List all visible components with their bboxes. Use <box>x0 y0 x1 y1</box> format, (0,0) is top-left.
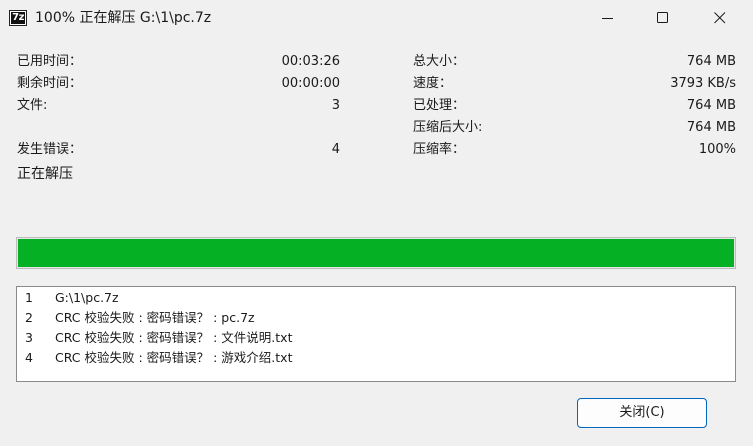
list-item-number: 3 <box>25 330 33 345</box>
title-bar[interactable]: 7z 100% 正在解压 G:\1\pc.7z <box>0 0 753 37</box>
progress-bar-fill <box>18 239 734 267</box>
list-item-number: 1 <box>25 290 33 305</box>
window-title: 100% 正在解压 G:\1\pc.7z <box>35 10 212 26</box>
maximize-button[interactable] <box>640 0 686 37</box>
compressed-size-label: 压缩后大小: <box>413 120 483 135</box>
speed-value: 3793 KB/s <box>670 76 736 91</box>
list-item-number: 4 <box>25 350 33 365</box>
list-item-text: CRC 校验失败 : 密码错误？ : pc.7z <box>55 310 255 325</box>
list-item-text: G:\1\pc.7z <box>55 290 119 305</box>
remaining-time-value: 00:00:00 <box>281 76 340 91</box>
list-item-text: CRC 校验失败 : 密码错误？ : 文件说明.txt <box>55 330 293 345</box>
processed-label: 已处理： <box>413 98 466 113</box>
close-window-button[interactable] <box>697 0 743 37</box>
list-item[interactable]: 1 G:\1\pc.7z <box>17 288 735 308</box>
status-text: 正在解压 <box>17 166 73 182</box>
processed-value: 764 MB <box>686 98 736 113</box>
elapsed-time-label: 已用时间： <box>17 54 83 69</box>
minimize-icon <box>602 18 613 19</box>
list-item-number: 2 <box>25 310 33 325</box>
total-size-value: 764 MB <box>686 54 736 69</box>
close-icon <box>714 12 726 24</box>
list-item[interactable]: 2 CRC 校验失败 : 密码错误？ : pc.7z <box>17 308 735 328</box>
compression-ratio-value: 100% <box>698 142 736 157</box>
speed-label: 速度： <box>413 76 453 91</box>
compression-ratio-label: 压缩率： <box>413 142 466 157</box>
minimize-button[interactable] <box>585 0 631 37</box>
maximize-icon <box>657 12 668 23</box>
errors-label: 发生错误： <box>17 142 83 157</box>
close-button[interactable]: 关闭(C) <box>577 398 707 428</box>
list-item[interactable]: 4 CRC 校验失败 : 密码错误？ : 游戏介绍.txt <box>17 348 735 368</box>
list-item-text: CRC 校验失败 : 密码错误？ : 游戏介绍.txt <box>55 350 293 365</box>
7zip-app-icon: 7z <box>9 10 27 26</box>
compressed-size-value: 764 MB <box>686 120 736 135</box>
remaining-time-label: 剩余时间： <box>17 76 83 91</box>
files-value: 3 <box>331 98 340 113</box>
extraction-progress-window: 7z 100% 正在解压 G:\1\pc.7z 已用时间： 00:03:26 剩… <box>0 0 753 446</box>
errors-value: 4 <box>331 142 340 157</box>
total-size-label: 总大小： <box>413 54 466 69</box>
error-log-list[interactable]: 1 G:\1\pc.7z 2 CRC 校验失败 : 密码错误？ : pc.7z … <box>16 286 736 382</box>
list-item[interactable]: 3 CRC 校验失败 : 密码错误？ : 文件说明.txt <box>17 328 735 348</box>
progress-bar <box>16 237 736 269</box>
files-label: 文件: <box>17 98 48 113</box>
elapsed-time-value: 00:03:26 <box>281 54 340 69</box>
